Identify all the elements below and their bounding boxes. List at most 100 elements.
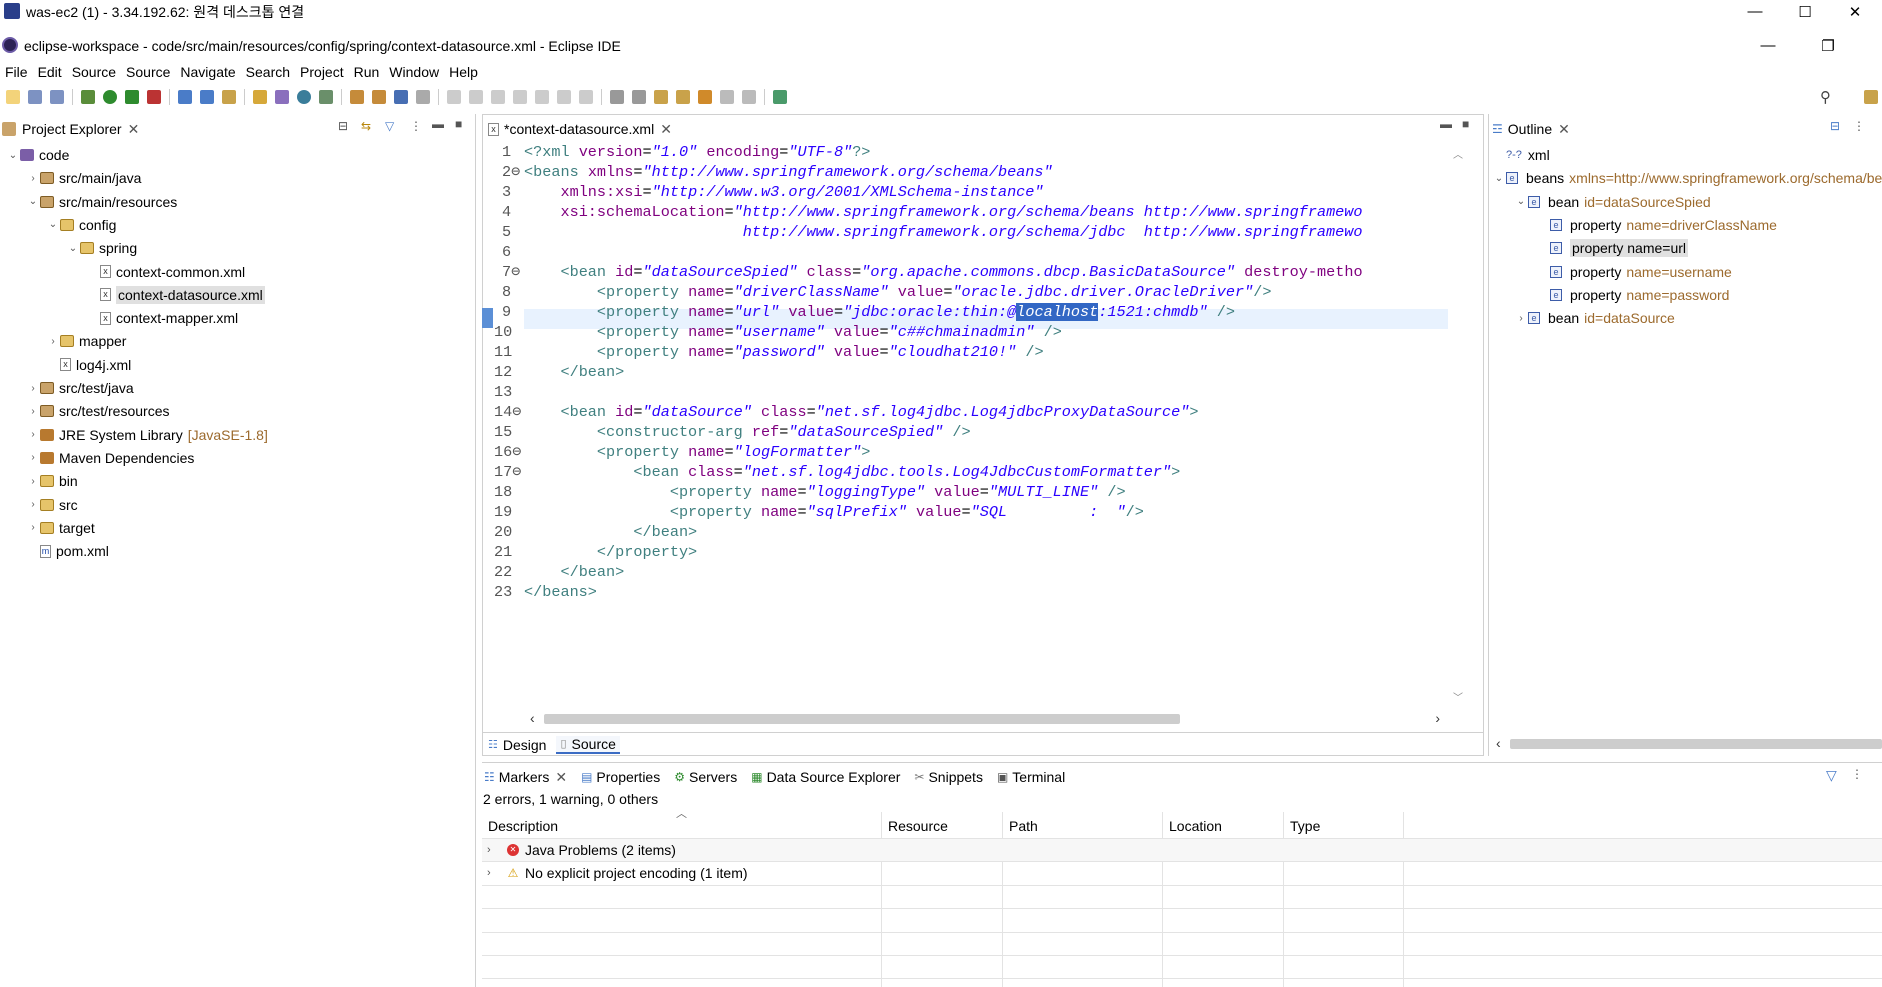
open-task-icon[interactable] [275,90,289,104]
table-row[interactable]: › ✕ Java Problems (2 items) [482,839,1882,861]
tree-item[interactable]: › JRE System Library [JavaSE-1.8] [26,424,268,446]
tab-project-explorer[interactable]: Project Explorer ✕ [2,118,139,140]
rdp-close-button[interactable]: ✕ [1832,0,1878,23]
view-menu-icon[interactable]: ⋮ [1853,119,1865,133]
tab-data-source-explorer[interactable]: ▦ Data Source Explorer [751,769,900,785]
back-icon[interactable] [720,90,734,104]
rdp-minimize-button[interactable]: — [1732,0,1778,23]
tree-item[interactable]: › mapper [46,330,126,352]
menu-project[interactable]: Project [300,64,344,80]
expand-icon[interactable]: › [487,844,501,856]
search-icon[interactable]: ⚲ [1820,88,1831,106]
tab-design[interactable]: ☷ Design [488,737,546,753]
tab-context-datasource[interactable]: x *context-datasource.xml ✕ [488,118,672,140]
expand-icon[interactable]: ⌄ [26,196,40,207]
resume-icon[interactable] [447,90,461,104]
debug-icon[interactable] [81,90,95,104]
external-tools-icon[interactable] [147,90,161,104]
close-icon[interactable]: ✕ [555,769,567,786]
outline-item[interactable]: e property name=password [1536,284,1729,306]
new-server-icon[interactable] [178,90,192,104]
filter-icon[interactable]: ▽ [1826,767,1837,784]
column-resource[interactable]: Resource [888,818,948,840]
toggle-mark-icon[interactable] [350,90,364,104]
menu-source-2[interactable]: Source [126,64,170,80]
open-type-icon[interactable] [253,90,267,104]
save-icon[interactable] [28,90,42,104]
outline-horizontal-scrollbar[interactable]: ‹ [1492,735,1882,753]
tree-item[interactable]: x context-common.xml [86,261,245,283]
menu-run[interactable]: Run [354,64,380,80]
link-editor-icon[interactable]: ⇆ [361,119,371,133]
run-coverage-icon[interactable] [125,90,139,104]
tree-item[interactable]: › Maven Dependencies [26,447,194,469]
tree-item[interactable]: x context-mapper.xml [86,307,238,329]
expand-icon[interactable]: › [26,383,40,394]
scroll-thumb[interactable] [544,714,1180,724]
menu-help[interactable]: Help [449,64,478,80]
search-files-icon[interactable] [319,90,333,104]
tree-item[interactable]: ⌄ spring [66,237,137,259]
outline-item[interactable]: e property name=username [1536,261,1732,283]
tree-item[interactable]: › src [26,494,77,516]
save-all-icon[interactable] [50,90,64,104]
suspend-icon[interactable] [469,90,483,104]
ide-minimize-button[interactable]: — [1745,34,1791,57]
tree-item[interactable]: › src/test/java [26,377,133,399]
editor-vertical-scrollbar[interactable]: ︿ ﹀ [1450,142,1466,708]
tree-item[interactable]: › src/test/resources [26,400,169,422]
tree-item[interactable]: ⌄ code [6,144,70,166]
step-return-icon[interactable] [579,90,593,104]
step-into-icon[interactable] [535,90,549,104]
new-icon[interactable] [6,90,20,104]
previous-annotation-icon[interactable] [676,90,690,104]
next-annotation-icon[interactable] [654,90,668,104]
tree-item[interactable]: x context-datasource.xml [86,284,265,306]
expand-icon[interactable]: › [26,476,40,487]
outline-item[interactable]: ⌄ e bean id=dataSourceSpied [1514,191,1711,213]
maximize-editor-icon[interactable]: ■ [1462,117,1469,131]
word-wrap-icon[interactable] [610,90,624,104]
outline-item[interactable]: e property name=driverClassName [1536,214,1777,236]
menu-file[interactable]: File [5,64,28,80]
disconnect-icon[interactable] [513,90,527,104]
tree-item[interactable]: › target [26,517,94,539]
show-whitespace-icon[interactable] [632,90,646,104]
close-icon[interactable]: ✕ [660,121,672,138]
collapse-all-icon[interactable]: ⊟ [1830,119,1840,133]
expand-icon[interactable]: › [46,336,60,347]
menu-navigate[interactable]: Navigate [180,64,235,80]
menu-window[interactable]: Window [389,64,439,80]
menu-source[interactable]: Source [72,64,116,80]
expand-icon[interactable]: › [26,406,40,417]
tab-source[interactable]: ▯ Source [556,735,620,754]
expand-icon[interactable]: ⌄ [46,219,60,230]
column-path[interactable]: Path [1009,818,1038,840]
collapse-all-icon[interactable]: ⊟ [338,119,348,133]
expand-icon[interactable]: › [487,867,501,879]
tree-item[interactable]: x log4j.xml [46,354,131,376]
view-menu-icon[interactable]: ⋮ [410,119,422,133]
expand-icon[interactable]: ⌄ [66,243,80,254]
pin-editor-icon[interactable] [773,90,787,104]
expand-icon[interactable]: › [26,452,40,463]
new-class-icon[interactable] [222,90,236,104]
expand-icon[interactable]: ⌄ [6,150,20,161]
minimize-view-icon[interactable]: ▬ [432,117,444,131]
expand-icon[interactable]: › [1514,313,1528,324]
step-over-icon[interactable] [557,90,571,104]
column-location[interactable]: Location [1169,818,1222,840]
tab-terminal[interactable]: ▣ Terminal [997,769,1065,785]
editor-horizontal-scrollbar[interactable]: ‹ › [524,710,1444,728]
outline-item[interactable]: ?-? xml [1492,144,1550,166]
open-perspective-icon[interactable] [1864,90,1878,104]
filter-icon[interactable]: ▽ [385,119,394,133]
view-menu-icon[interactable]: ⋮ [1851,767,1863,781]
expand-icon[interactable]: › [26,522,40,533]
forward-icon[interactable] [742,90,756,104]
rdp-maximize-button[interactable]: ☐ [1782,0,1828,23]
expand-icon[interactable]: › [26,429,40,440]
tree-item[interactable]: › bin [26,470,77,492]
last-edit-icon[interactable] [698,90,712,104]
expand-icon[interactable]: › [26,499,40,510]
